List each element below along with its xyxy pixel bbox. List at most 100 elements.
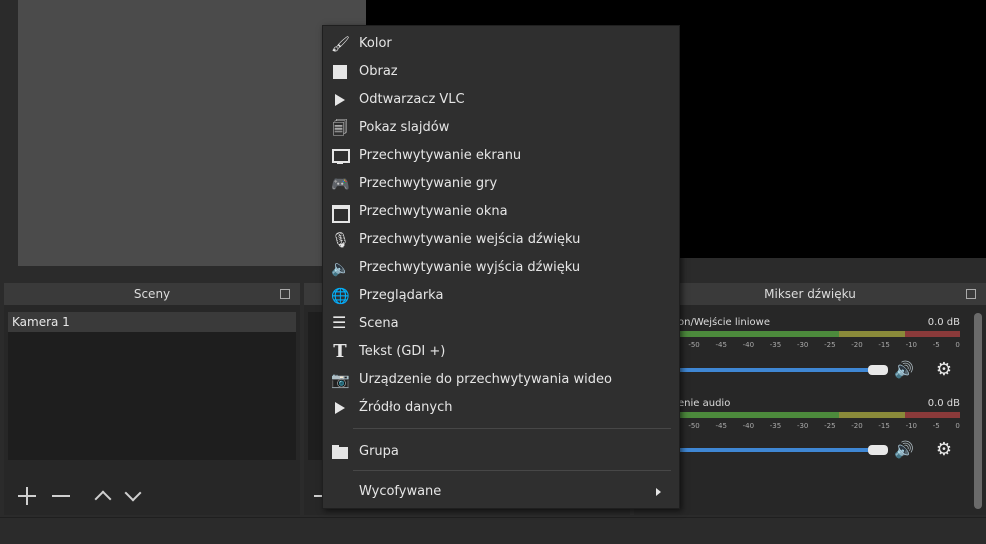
channel-db-value: 0.0 dB <box>927 317 960 328</box>
menu-item-label: Przechwytywanie okna <box>359 204 508 219</box>
volume-slider-handle[interactable] <box>868 445 888 455</box>
speaker-icon[interactable]: 🔊 <box>894 360 920 380</box>
scale-tick-label: -20 <box>851 422 863 430</box>
menu-item-label: Przeglądarka <box>359 288 444 303</box>
menu-item-audio-input-capture[interactable]: 🎙 Przechwytywanie wejścia dźwięku <box>323 226 679 254</box>
menu-item-obraz[interactable]: Obraz <box>323 58 679 86</box>
speaker-icon[interactable]: 🔊 <box>894 440 920 460</box>
menu-item-deprecated[interactable]: Wycofywane <box>323 478 679 506</box>
gear-icon[interactable]: ⚙ <box>934 440 954 460</box>
menu-item-label: Przechwytywanie ekranu <box>359 148 522 163</box>
menu-item-scene[interactable]: Scena <box>323 310 679 338</box>
menu-item-kolor[interactable]: 🖌 Kolor <box>323 30 679 58</box>
scale-tick-label: -15 <box>878 341 890 349</box>
meter-scale: -60-55-50-45-40-35-30-25-20-15-10-50 <box>634 341 960 349</box>
play-icon <box>331 399 349 417</box>
scale-tick-label: -15 <box>878 422 890 430</box>
volume-slider-handle[interactable] <box>868 365 888 375</box>
menu-item-display-capture[interactable]: Przechwytywanie ekranu <box>323 142 679 170</box>
undock-icon[interactable] <box>280 289 290 299</box>
mixer-dock-title: Mikser dźwięku <box>634 283 986 305</box>
menu-item-label: Scena <box>359 316 399 331</box>
list-icon <box>331 314 349 333</box>
menu-item-slideshow[interactable]: 🗐 Pokaz slajdów <box>323 114 679 142</box>
scenes-list[interactable]: Kamera 1 <box>8 312 296 460</box>
scale-tick-label: -5 <box>932 341 940 349</box>
menu-item-media-source[interactable]: Źródło danych <box>323 394 679 422</box>
scale-tick-label: -50 <box>688 341 700 349</box>
brush-icon: 🖌 <box>331 35 351 53</box>
undock-icon[interactable] <box>966 289 976 299</box>
scale-tick-label: -45 <box>715 341 727 349</box>
menu-item-vlc[interactable]: Odtwarzacz VLC <box>323 86 679 114</box>
scale-tick-label: -25 <box>824 422 836 430</box>
volume-meter <box>634 412 960 418</box>
scale-tick-label: -25 <box>824 341 836 349</box>
menu-item-label: Kolor <box>359 36 392 51</box>
scale-tick-label: -35 <box>769 422 782 430</box>
volume-meter <box>634 331 960 337</box>
window-icon <box>331 203 350 223</box>
menu-separator <box>353 428 671 429</box>
menu-item-label: Pokaz slajdów <box>359 120 450 135</box>
menu-item-label: Obraz <box>359 64 398 79</box>
menu-item-label: Odtwarzacz VLC <box>359 92 465 107</box>
scale-tick-label: -10 <box>905 341 917 349</box>
scale-tick-label: 0 <box>955 422 960 430</box>
channel-name: enie audio <box>678 398 731 409</box>
speaker-icon: 🔈 <box>331 259 350 277</box>
menu-separator <box>353 470 671 471</box>
gear-icon[interactable]: ⚙ <box>934 360 954 380</box>
image-icon <box>331 63 349 81</box>
channel-db-value: 0.0 dB <box>927 398 960 409</box>
move-scene-up-button[interactable] <box>92 485 114 507</box>
menu-item-label: Źródło danych <box>359 400 453 415</box>
scenes-dock: Sceny Kamera 1 <box>4 283 300 515</box>
menu-item-group[interactable]: Grupa <box>323 438 679 466</box>
scenes-dock-title: Sceny <box>4 283 300 305</box>
menu-item-label: Wycofywane <box>359 484 442 499</box>
play-icon <box>331 91 349 109</box>
microphone-icon: 🎙 <box>331 231 351 249</box>
scale-tick-label: -35 <box>769 341 782 349</box>
meter-scale: -60-55-50-45-40-35-30-25-20-15-10-50 <box>634 422 960 430</box>
status-bar <box>0 517 986 544</box>
scenes-toolbar <box>8 479 296 513</box>
menu-item-audio-output-capture[interactable]: 🔈 Przechwytywanie wyjścia dźwięku <box>323 254 679 282</box>
preview-canvas[interactable] <box>18 0 368 266</box>
audio-mixer-dock: Mikser dźwięku on/Wejście liniowe 0.0 dB… <box>634 283 986 515</box>
slideshow-icon: 🗐 <box>332 119 348 137</box>
scale-tick-label: 0 <box>955 341 960 349</box>
mixer-scrollbar[interactable] <box>974 313 982 509</box>
add-source-context-menu: 🖌 Kolor Obraz Odtwarzacz VLC 🗐 Pokaz sla… <box>322 25 680 509</box>
menu-item-browser[interactable]: 🌐 Przeglądarka <box>323 282 679 310</box>
menu-item-label: Grupa <box>359 444 399 459</box>
menu-item-label: Przechwytywanie wejścia dźwięku <box>359 232 581 247</box>
scale-tick-label: -50 <box>688 422 700 430</box>
menu-item-game-capture[interactable]: 🎮 Przechwytywanie gry <box>323 170 679 198</box>
scene-item[interactable]: Kamera 1 <box>8 312 296 332</box>
scale-tick-label: -20 <box>851 341 863 349</box>
menu-item-text-gdi[interactable]: T Tekst (GDI +) <box>323 338 679 366</box>
text-icon: T <box>333 341 347 362</box>
scale-tick-label: -30 <box>796 341 809 349</box>
folder-icon <box>331 443 349 461</box>
menu-item-label: Przechwytywanie gry <box>359 176 498 191</box>
remove-scene-button[interactable] <box>50 485 72 507</box>
scale-tick-label: -10 <box>905 422 917 430</box>
add-scene-button[interactable] <box>16 485 38 507</box>
scale-tick-label: -5 <box>932 422 940 430</box>
menu-item-window-capture[interactable]: Przechwytywanie okna <box>323 198 679 226</box>
menu-item-label: Urządzenie do przechwytywania wideo <box>359 372 612 387</box>
gamepad-icon: 🎮 <box>331 175 350 193</box>
menu-item-video-capture-device[interactable]: 📷 Urządzenie do przechwytywania wideo <box>323 366 679 394</box>
menu-item-label: Przechwytywanie wyjścia dźwięku <box>359 260 581 275</box>
scale-tick-label: -30 <box>796 422 809 430</box>
channel-name: on/Wejście liniowe <box>678 317 770 328</box>
scale-tick-label: -40 <box>742 341 755 349</box>
scale-tick-label: -40 <box>742 422 755 430</box>
submenu-arrow-icon <box>656 488 661 496</box>
monitor-icon <box>331 147 350 165</box>
globe-icon: 🌐 <box>331 287 350 305</box>
move-scene-down-button[interactable] <box>122 485 144 507</box>
